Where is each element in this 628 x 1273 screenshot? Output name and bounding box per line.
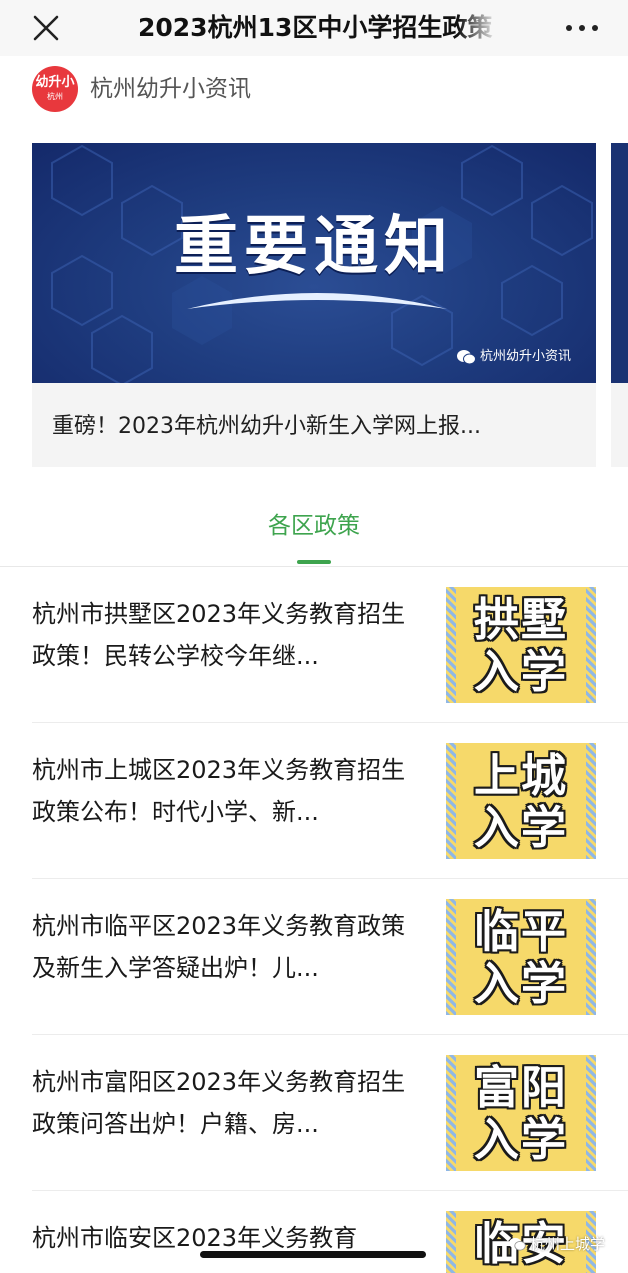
banner-watermark-text: 杭州幼升小资讯 xyxy=(480,349,572,364)
thumbnail-stripe xyxy=(446,899,456,1015)
wechat-icon xyxy=(457,350,476,365)
thumbnail-text-line1: 富阳 xyxy=(473,1061,568,1114)
tab-active-indicator xyxy=(297,560,331,564)
thumbnail-stripe xyxy=(586,899,596,1015)
article-thumbnail[interactable]: 拱墅 入学 xyxy=(446,587,596,703)
banner-headline: 重要通知 xyxy=(174,210,454,284)
banner-arc-decoration xyxy=(187,293,447,309)
close-icon[interactable] xyxy=(26,8,66,48)
thumbnail-text-line2: 入学 xyxy=(473,801,568,854)
account-name[interactable]: 杭州幼升小资讯 xyxy=(90,72,251,106)
thumbnail-stripe xyxy=(446,743,456,859)
page-title: 2023杭州13区中小学招生政策 xyxy=(138,8,498,48)
watermark-text: 杭州上城学 xyxy=(530,1235,606,1253)
feature-article-title[interactable]: 重磅！2023年杭州幼升小新生入学网上报... xyxy=(52,409,582,445)
article-thumbnail[interactable]: 富阳 入学 xyxy=(446,1055,596,1171)
account-header[interactable]: 幼升小 杭州 杭州幼升小资讯 xyxy=(0,56,628,126)
thumbnail-stripe xyxy=(446,1055,456,1171)
next-feature-banner-peek xyxy=(611,143,628,383)
thumbnail-stripe xyxy=(586,587,596,703)
thumbnail-text-line2: 入学 xyxy=(473,645,568,698)
feature-article-card[interactable]: 重要通知 杭州幼升小资讯 重磅！2023年杭州幼升小新生入学网上报... xyxy=(32,143,596,467)
article-thumbnail[interactable]: 临平 入学 xyxy=(446,899,596,1015)
thumbnail-stripe xyxy=(446,1211,456,1273)
avatar-logo-subtext: 杭州 xyxy=(47,92,63,101)
wechat-icon xyxy=(509,1237,526,1251)
thumbnail-text-line1: 临平 xyxy=(473,905,568,958)
article-title[interactable]: 杭州市上城区2023年义务教育招生政策公布！时代小学、新... xyxy=(32,749,420,833)
banner-watermark: 杭州幼升小资讯 xyxy=(456,345,571,369)
top-nav-bar: 2023杭州13区中小学招生政策 xyxy=(0,0,628,56)
article-title[interactable]: 杭州市临平区2023年义务教育政策及新生入学答疑出炉！儿... xyxy=(32,905,420,989)
thumbnail-stripe xyxy=(586,1055,596,1171)
article-list-item[interactable]: 杭州市拱墅区2023年义务教育招生政策！民转公学校今年继... 拱墅 入学 xyxy=(0,567,628,723)
article-title[interactable]: 杭州市富阳区2023年义务教育招生政策问答出炉！户籍、房... xyxy=(32,1061,420,1145)
thumbnail-stripe xyxy=(586,743,596,859)
feature-banner-image: 重要通知 杭州幼升小资讯 xyxy=(32,143,596,383)
more-dots-icon[interactable] xyxy=(560,8,604,48)
avatar-logo-text: 幼升小 xyxy=(35,75,75,90)
article-thumbnail[interactable]: 上城 入学 xyxy=(446,743,596,859)
home-indicator[interactable] xyxy=(200,1251,426,1258)
image-watermark: 杭州上城学 xyxy=(508,1232,605,1256)
article-title[interactable]: 杭州市拱墅区2023年义务教育招生政策！民转公学校今年继... xyxy=(32,593,420,677)
thumbnail-text-line1: 上城 xyxy=(473,749,568,802)
thumbnail-stripe xyxy=(446,587,456,703)
article-list-item[interactable]: 杭州市富阳区2023年义务教育招生政策问答出炉！户籍、房... 富阳 入学 xyxy=(0,1035,628,1191)
account-avatar[interactable]: 幼升小 杭州 xyxy=(32,66,78,112)
thumbnail-text-line2: 入学 xyxy=(473,957,568,1010)
next-feature-card-peek[interactable] xyxy=(611,143,628,467)
tab-district-policies[interactable]: 各区政策 xyxy=(244,506,384,546)
article-list-item[interactable]: 杭州市上城区2023年义务教育招生政策公布！时代小学、新... 上城 入学 xyxy=(0,723,628,879)
thumbnail-text-line2: 入学 xyxy=(473,1113,568,1166)
thumbnail-text-line1: 拱墅 xyxy=(473,593,568,646)
article-list-item[interactable]: 杭州市临平区2023年义务教育政策及新生入学答疑出炉！儿... 临平 入学 xyxy=(0,879,628,1035)
